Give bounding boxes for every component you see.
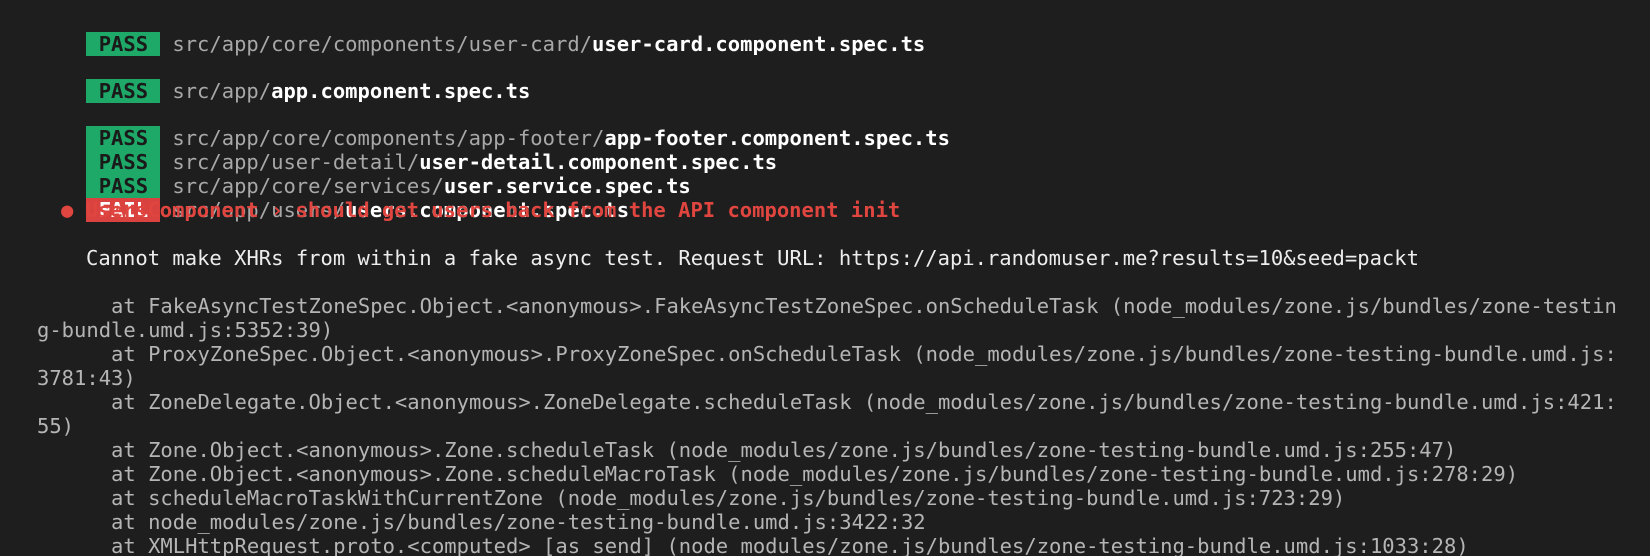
stack-trace-line: at ZoneDelegate.Object.<anonymous>.ZoneD… [37,390,1617,414]
spec-file: app.component.spec.ts [271,79,531,103]
test-result-line: PASS src/app/core/components/app-footer/a… [37,102,950,150]
error-message: Cannot make XHRs from within a fake asyn… [86,246,1419,270]
pass-badge: PASS [86,79,161,103]
test-result-line: PASS src/app/user-detail/user-detail.comp… [37,126,777,174]
spec-dir: src/app/ [172,79,272,103]
test-result-line: PASS src/app/core/services/user.service.s… [37,150,691,198]
pass-badge: PASS [86,32,161,56]
spec-file: user-card.component.spec.ts [592,32,926,56]
test-result-line: PASS src/app/core/components/user-card/us… [37,8,925,56]
spec-dir: src/app/core/components/user-card/ [172,32,593,56]
stack-trace-line: at node_modules/zone.js/bundles/zone-tes… [37,510,926,534]
stack-trace-line: 55) [37,414,75,438]
stack-trace-line: at FakeAsyncTestZoneSpec.Object.<anonymo… [37,294,1617,318]
stack-trace-line: at Zone.Object.<anonymous>.Zone.schedule… [37,462,1519,486]
test-result-line: PASS src/app/app.component.spec.ts [37,55,530,103]
terminal-window: PASS src/app/core/components/user-card/us… [0,0,1650,556]
stack-trace-line: g-bundle.umd.js:5352:39) [37,318,334,342]
stack-trace-line: at Zone.Object.<anonymous>.Zone.schedule… [37,438,1457,462]
test-result-line: FAIL src/app/users/users.component.spec.t… [37,174,629,222]
stack-trace-line: 3781:43) [37,366,136,390]
stack-trace-line: at XMLHttpRequest.proto.<computed> [as s… [37,534,1469,556]
stack-trace-line: at scheduleMacroTaskWithCurrentZone (nod… [37,486,1346,510]
stack-trace-line: at ProxyZoneSpec.Object.<anonymous>.Prox… [37,342,1617,366]
error-title: ● UsersComponent › should get users back… [61,198,901,222]
